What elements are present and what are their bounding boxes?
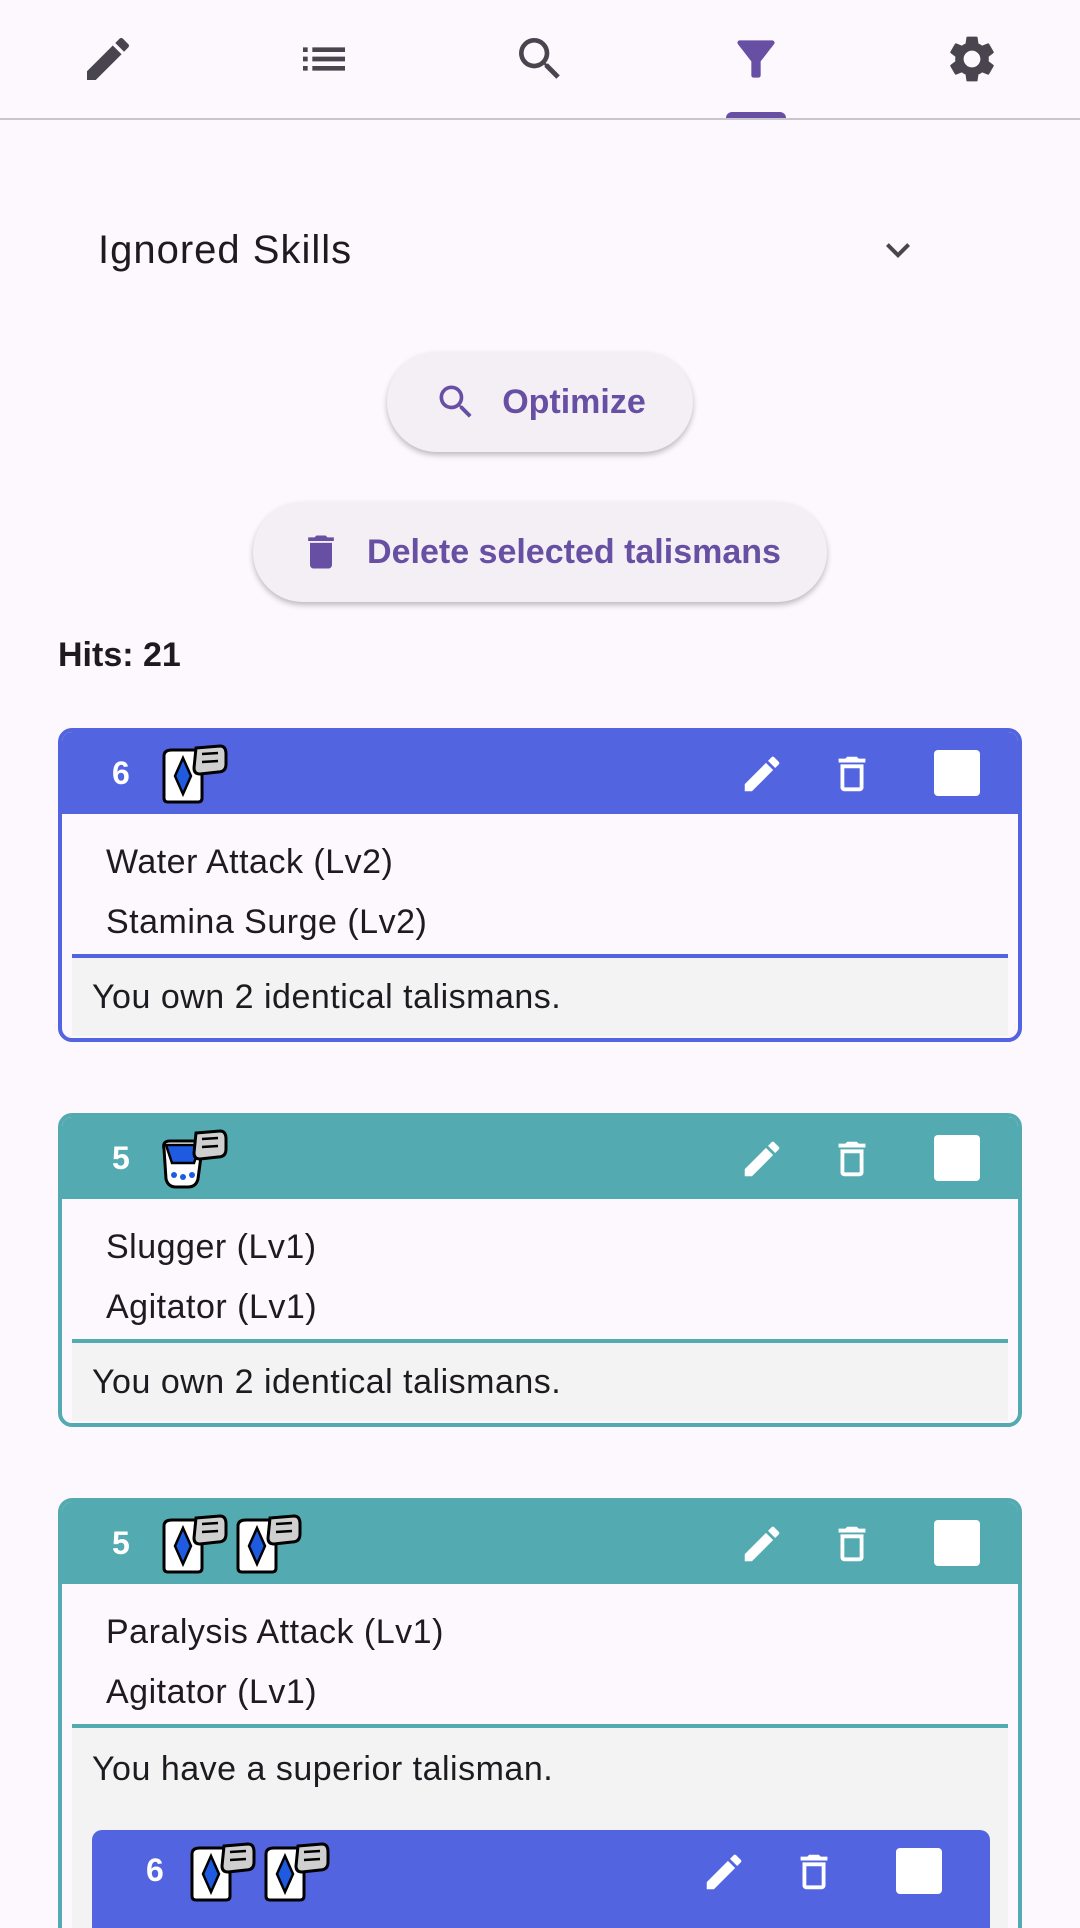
delete-talisman-button[interactable]	[788, 1846, 840, 1898]
delete-selected-label: Delete selected talismans	[367, 532, 781, 571]
skill-item: Stamina Surge (Lv2)	[106, 903, 428, 941]
talisman-header: 6	[62, 732, 1018, 814]
trash-icon	[308, 535, 334, 569]
pencil-icon	[87, 37, 130, 80]
pencil-icon	[739, 751, 785, 797]
decoration-slots	[160, 742, 230, 804]
tab-filter[interactable]	[648, 0, 864, 118]
pencil-icon	[701, 1849, 747, 1895]
optimize-button[interactable]: Optimize	[387, 352, 693, 452]
decoration-slot-icon	[234, 1512, 304, 1574]
pencil-icon	[739, 1521, 785, 1567]
skill-item: Paralysis Attack (Lv1)	[106, 1613, 444, 1651]
edit-talisman-button[interactable]	[736, 1133, 788, 1185]
talisman-card: 5 Slugger (Lv1) Agitator (Lv1) You own 2…	[58, 1113, 1022, 1427]
trash-icon	[829, 1521, 875, 1567]
delete-selected-button[interactable]: Delete selected talismans	[253, 502, 827, 602]
delete-talisman-button[interactable]	[826, 1518, 878, 1570]
decoration-slot-icon	[160, 742, 230, 804]
rarity-label: 6	[112, 754, 130, 791]
edit-talisman-button[interactable]	[736, 748, 788, 800]
edit-talisman-button[interactable]	[698, 1846, 750, 1898]
tab-settings[interactable]	[864, 0, 1080, 118]
filter-icon	[737, 40, 775, 78]
optimize-button-label: Optimize	[502, 382, 646, 421]
skill-item: Water Attack (Lv2)	[106, 843, 394, 881]
skill-list: Slugger (Lv1) Agitator (Lv1)	[62, 1199, 1018, 1339]
decoration-slots	[160, 1127, 230, 1189]
skill-list: Paralysis Attack (Lv1) Agitator (Lv1)	[62, 1584, 1018, 1724]
talisman-note: You have a superior talisman.	[92, 1749, 554, 1788]
chevron-down-icon	[886, 243, 910, 258]
gear-icon	[950, 36, 994, 82]
trash-icon	[829, 1136, 875, 1182]
select-checkbox[interactable]	[934, 1520, 980, 1566]
ignored-skills-label: Ignored Skills	[98, 227, 353, 272]
superior-section: You have a superior talisman. 6	[72, 1724, 1008, 1928]
tab-search[interactable]	[432, 0, 648, 118]
tab-list[interactable]	[216, 0, 432, 118]
trash-icon	[791, 1849, 837, 1895]
skill-item: Slugger (Lv1)	[106, 1228, 317, 1266]
decoration-slot-icon	[160, 1127, 230, 1189]
decoration-slot-icon	[188, 1840, 258, 1902]
search-icon	[519, 38, 560, 79]
rarity-label: 5	[112, 1139, 130, 1176]
list-icon	[303, 47, 345, 71]
talisman-card: 5 Paralysis Attack (Lv1) Agitator (Lv1) …	[58, 1498, 1022, 1928]
superior-talisman-header: 6	[92, 1830, 990, 1912]
decoration-slot-icon	[262, 1840, 332, 1902]
talisman-card: 6 Water Attack (Lv2) Stamina Surge (Lv2)…	[58, 728, 1022, 1042]
search-icon	[439, 385, 472, 418]
rarity-label: 6	[146, 1852, 164, 1888]
trash-icon	[829, 751, 875, 797]
top-navigation	[0, 0, 1080, 120]
pencil-icon	[739, 1136, 785, 1182]
active-tab-indicator	[726, 112, 786, 118]
select-checkbox[interactable]	[934, 1135, 980, 1181]
decoration-slots	[160, 1512, 304, 1574]
select-checkbox[interactable]	[896, 1848, 942, 1894]
skill-item: Agitator (Lv1)	[106, 1673, 318, 1711]
skill-list: Water Attack (Lv2) Stamina Surge (Lv2)	[62, 814, 1018, 954]
hits-count: Hits: 21	[58, 636, 181, 674]
delete-talisman-button[interactable]	[826, 1133, 878, 1185]
talisman-note: You own 2 identical talismans.	[72, 1339, 1008, 1421]
superior-talisman-card: 6	[92, 1830, 990, 1928]
edit-talisman-button[interactable]	[736, 1518, 788, 1570]
talisman-header: 5	[62, 1117, 1018, 1199]
decoration-slots	[188, 1840, 332, 1902]
talisman-header: 5	[62, 1502, 1018, 1584]
ignored-skills-dropdown[interactable]: Ignored Skills	[60, 200, 960, 300]
tab-edit[interactable]	[0, 0, 216, 118]
select-checkbox[interactable]	[934, 750, 980, 796]
delete-talisman-button[interactable]	[826, 748, 878, 800]
decoration-slot-icon	[160, 1512, 230, 1574]
talisman-note: You own 2 identical talismans.	[72, 954, 1008, 1036]
skill-item: Agitator (Lv1)	[106, 1288, 318, 1326]
rarity-label: 5	[112, 1524, 130, 1561]
